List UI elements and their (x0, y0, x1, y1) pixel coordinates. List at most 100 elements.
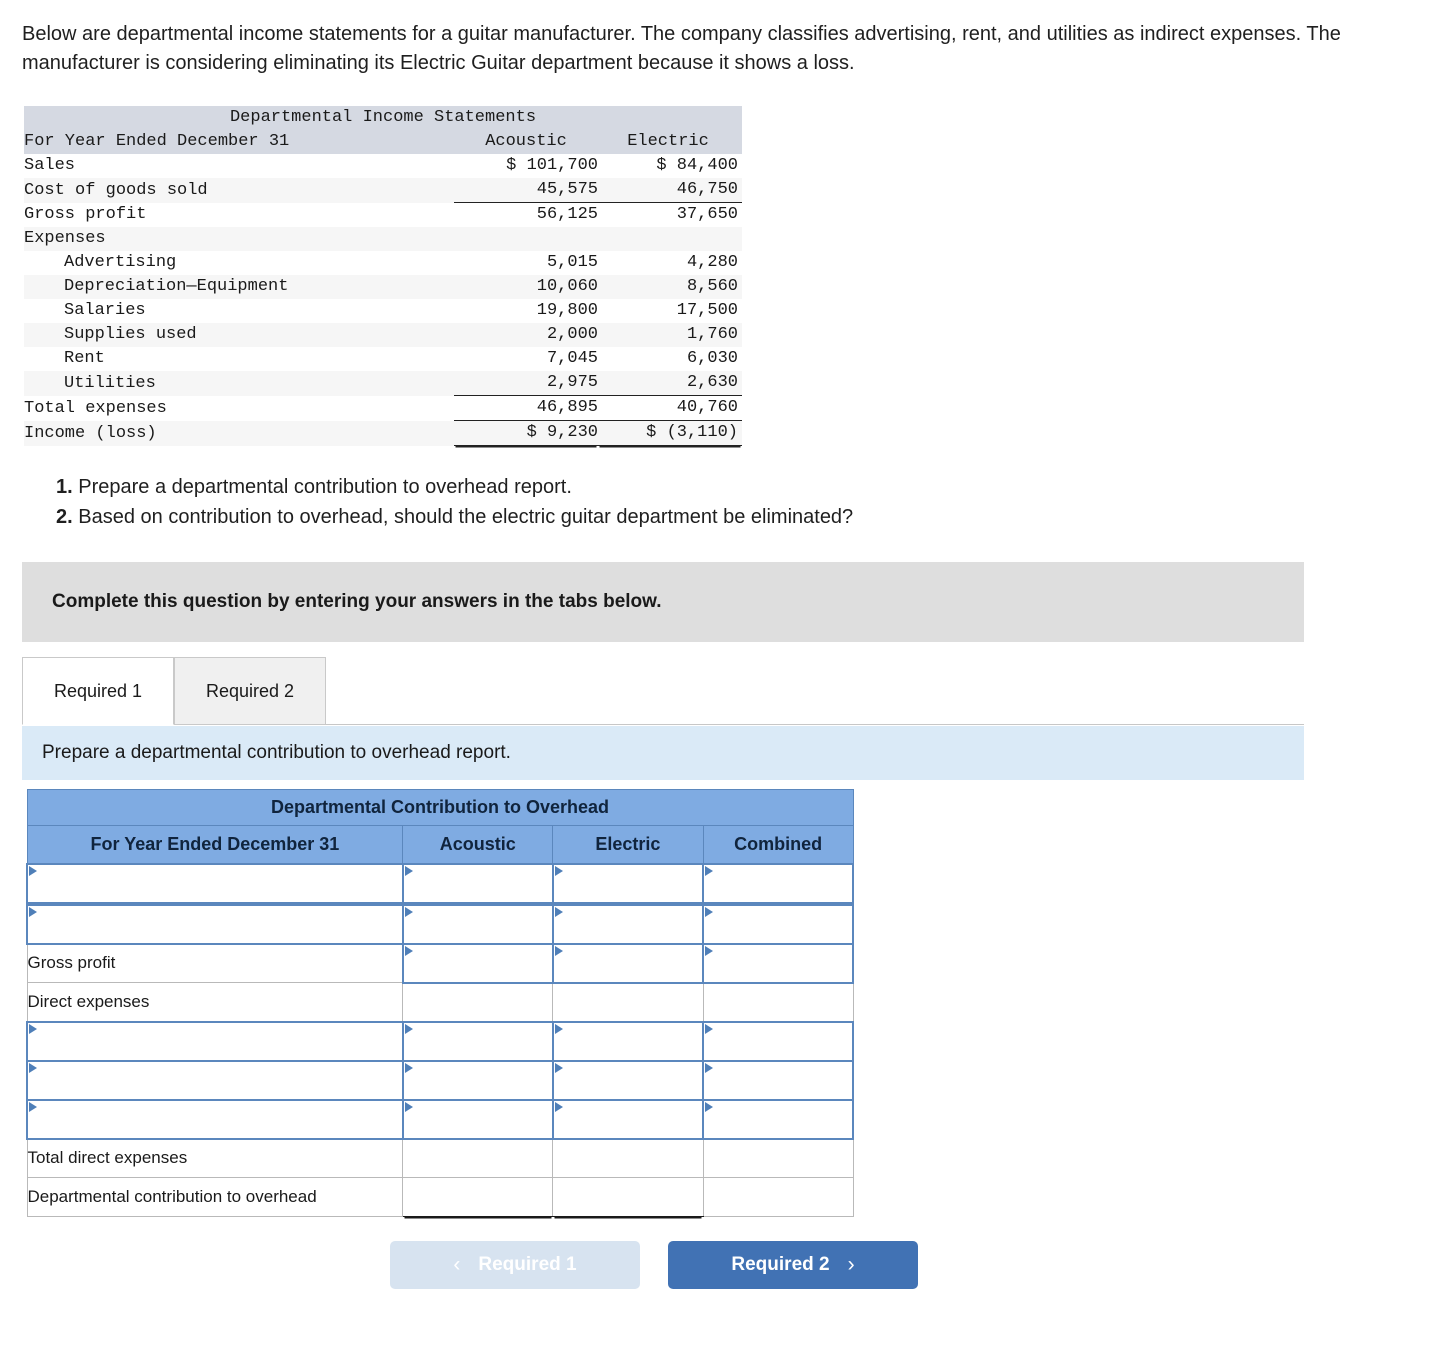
input-label-row-1[interactable] (26, 862, 404, 904)
statement-col-acoustic: Acoustic (454, 130, 598, 154)
row-value-acoustic: $ 101,700 (454, 154, 598, 178)
statement-col-electric: Electric (598, 130, 742, 154)
table-row: Gross profit 56,125 37,650 (24, 202, 742, 227)
statement-column-header-row: For Year Ended December 31 Acoustic Elec… (24, 130, 742, 154)
input-combined-row-2[interactable] (702, 903, 854, 945)
table-row: Total expenses 46,895 40,760 (24, 395, 742, 421)
tab-required-1[interactable]: Required 1 (22, 657, 174, 725)
dropdown-arrow-icon (29, 1023, 37, 1034)
dropdown-arrow-icon (29, 1062, 37, 1073)
worksheet-title: Departmental Contribution to Overhead (26, 789, 854, 826)
dropdown-arrow-icon (705, 865, 714, 876)
worksheet-header-row: For Year Ended December 31 Acoustic Elec… (26, 825, 854, 864)
input-acoustic-gross-profit[interactable] (401, 942, 554, 984)
input-acoustic-row-1[interactable] (401, 862, 554, 904)
row-label: Total expenses (24, 395, 454, 421)
dropdown-arrow-icon (705, 1023, 714, 1034)
dropdown-arrow-icon (29, 865, 37, 876)
statement-title-row: Departmental Income Statements (24, 106, 742, 130)
row-label: Gross profit (24, 202, 454, 227)
input-label-row-5[interactable] (26, 1020, 404, 1062)
row-label: Advertising (24, 251, 454, 275)
dropdown-arrow-icon (554, 945, 563, 956)
blank-electric-contribution (552, 1177, 704, 1217)
dropdown-arrow-icon (554, 1023, 563, 1034)
worksheet-row (26, 1098, 854, 1140)
input-acoustic-row-6[interactable] (401, 1059, 554, 1101)
label-gross-profit: Gross profit (26, 943, 404, 983)
label-departmental-contribution: Departmental contribution to overhead (26, 1177, 404, 1217)
blank-acoustic-contribution (402, 1177, 554, 1217)
row-label: Sales (24, 154, 454, 178)
tab-instruction-text: Prepare a departmental contribution to o… (42, 742, 511, 763)
tab-required-2-label: Required 2 (205, 680, 295, 701)
input-combined-row-6[interactable] (702, 1059, 854, 1101)
row-value-acoustic: 5,015 (454, 251, 598, 275)
table-row: Expenses (24, 227, 742, 251)
dropdown-arrow-icon (705, 945, 714, 956)
input-electric-row-7[interactable] (551, 1098, 705, 1140)
input-electric-row-5[interactable] (551, 1020, 705, 1062)
row-label: Expenses (24, 227, 454, 251)
dropdown-arrow-icon (705, 906, 714, 917)
dropdown-arrow-icon (404, 906, 413, 917)
input-combined-row-1[interactable] (702, 862, 854, 904)
row-value-electric: 6,030 (598, 347, 742, 371)
worksheet-row (26, 1020, 854, 1062)
required-1-prev-label: Required 1 (478, 1254, 577, 1275)
table-row: Sales $ 101,700 $ 84,400 (24, 154, 742, 178)
row-value-electric: 46,750 (598, 178, 742, 203)
requirement-1: 1. Prepare a departmental contribution t… (56, 472, 1156, 502)
blank-electric-total-direct-expenses (552, 1138, 704, 1178)
blank-combined-direct-expenses (702, 982, 854, 1022)
dropdown-arrow-icon (554, 1101, 563, 1112)
input-label-row-6[interactable] (26, 1059, 404, 1101)
row-value-electric: 8,560 (598, 275, 742, 299)
required-2-next-button[interactable]: Required 2 › (668, 1241, 918, 1289)
input-acoustic-row-7[interactable] (401, 1098, 554, 1140)
tab-required-1-label: Required 1 (53, 680, 143, 701)
row-value-acoustic: 46,895 (454, 395, 598, 421)
worksheet-col-period: For Year Ended December 31 (26, 825, 404, 864)
row-value-acoustic: 7,045 (454, 347, 598, 371)
tab-instruction-bar: Prepare a departmental contribution to o… (22, 726, 1304, 780)
input-label-row-2[interactable] (26, 903, 404, 945)
dropdown-arrow-icon (705, 1062, 714, 1073)
dropdown-arrow-icon (554, 906, 563, 917)
input-combined-row-5[interactable] (702, 1020, 854, 1062)
row-value-electric: 2,630 (598, 371, 742, 396)
dropdown-arrow-icon (554, 865, 563, 876)
table-row: Salaries 19,800 17,500 (24, 299, 742, 323)
input-combined-row-7[interactable] (702, 1098, 854, 1140)
input-acoustic-row-5[interactable] (401, 1020, 554, 1062)
requirement-2-text: Based on contribution to overhead, shoul… (78, 506, 854, 528)
input-electric-gross-profit[interactable] (551, 942, 705, 984)
input-acoustic-row-2[interactable] (401, 903, 554, 945)
requirements-list: 1. Prepare a departmental contribution t… (56, 472, 1156, 532)
chevron-right-icon: › (847, 1253, 855, 1276)
worksheet-row-total-direct-expenses: Total direct expenses (26, 1138, 854, 1178)
requirement-1-text: Prepare a departmental contribution to o… (78, 476, 572, 498)
row-value-acoustic: $ 9,230 (454, 420, 598, 446)
statement-title: Departmental Income Statements (24, 106, 742, 130)
worksheet-col-combined: Combined (702, 825, 854, 864)
table-row: Cost of goods sold 45,575 46,750 (24, 178, 742, 203)
row-value-acoustic: 10,060 (454, 275, 598, 299)
input-electric-row-6[interactable] (551, 1059, 705, 1101)
row-label: Rent (24, 347, 454, 371)
row-value-electric: 37,650 (598, 202, 742, 227)
input-label-row-7[interactable] (26, 1098, 404, 1140)
label-total-direct-expenses: Total direct expenses (26, 1138, 404, 1178)
input-combined-gross-profit[interactable] (702, 942, 854, 984)
input-electric-row-1[interactable] (551, 862, 705, 904)
tab-required-2[interactable]: Required 2 (174, 657, 326, 725)
table-row: Income (loss) $ 9,230 $ (3,110) (24, 420, 742, 446)
table-row: Supplies used 2,000 1,760 (24, 323, 742, 347)
dropdown-arrow-icon (29, 1101, 37, 1112)
input-electric-row-2[interactable] (551, 903, 705, 945)
required-1-prev-button[interactable]: ‹ Required 1 (390, 1241, 640, 1289)
row-label: Salaries (24, 299, 454, 323)
banner-text: Complete this question by entering your … (52, 591, 662, 612)
blank-combined-total-direct-expenses (702, 1138, 854, 1178)
navigation-buttons: ‹ Required 1 Required 2 › (390, 1241, 930, 1291)
